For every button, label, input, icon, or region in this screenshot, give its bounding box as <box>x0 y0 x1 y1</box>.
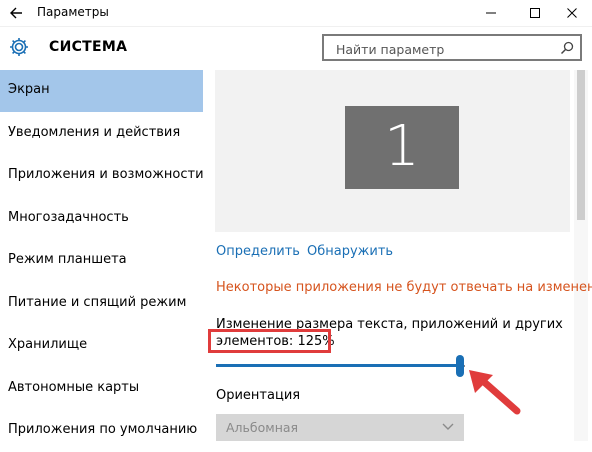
identify-link[interactable]: Определить <box>216 244 300 259</box>
page-title: СИСТЕМА <box>49 39 128 55</box>
sidebar-item-power-sleep[interactable]: Питание и спящий режим <box>0 283 203 325</box>
scrollbar-thumb[interactable] <box>577 70 585 220</box>
page-header: СИСТЕМА <box>0 26 592 70</box>
sidebar-item-label: Режим планшета <box>8 252 127 267</box>
sidebar-item-label: Приложения по умолчанию <box>8 422 198 437</box>
close-icon <box>567 8 577 18</box>
scale-slider-track[interactable] <box>216 364 460 367</box>
sidebar-nav: Экран Уведомления и действия Приложения … <box>0 70 204 441</box>
search-input[interactable] <box>334 39 558 59</box>
chevron-down-icon <box>442 423 454 430</box>
back-arrow-icon <box>10 7 22 19</box>
sidebar-item-apps-features[interactable]: Приложения и возможности <box>0 155 204 197</box>
search-icon[interactable] <box>560 41 574 55</box>
monitor-arrangement: 1 <box>215 70 570 232</box>
title-bar: Параметры <box>0 0 592 27</box>
sidebar-item-label: Приложения и возможности <box>8 167 204 182</box>
sidebar-item-label: Автономные карты <box>8 380 140 395</box>
orientation-value: Альбомная <box>226 420 299 435</box>
annotation-arrow-icon <box>469 370 521 415</box>
back-button[interactable] <box>6 2 28 24</box>
close-button[interactable] <box>552 0 592 26</box>
detect-link[interactable]: Обнаружить <box>307 244 393 259</box>
monitor-tile[interactable]: 1 <box>345 106 459 189</box>
display-settings-panel: 1 Определить Обнаружить Некоторые прилож… <box>203 70 592 441</box>
window-title: Параметры <box>37 5 109 19</box>
maximize-button[interactable] <box>515 0 555 26</box>
minimize-button[interactable] <box>471 0 511 26</box>
sidebar-item-multitasking[interactable]: Многозадачность <box>0 198 203 240</box>
sidebar-item-notifications[interactable]: Уведомления и действия <box>0 113 203 155</box>
highlight-annotation <box>208 329 331 353</box>
sidebar-item-tablet-mode[interactable]: Режим планшета <box>0 240 203 282</box>
monitor-number: 1 <box>384 114 420 179</box>
search-box[interactable] <box>322 34 582 61</box>
sidebar-item-label: Уведомления и действия <box>8 125 181 140</box>
sidebar-item-default-apps[interactable]: Приложения по умолчанию <box>0 410 203 452</box>
maximize-icon <box>530 8 540 18</box>
scale-slider-thumb[interactable] <box>456 355 464 377</box>
scaling-warning: Некоторые приложения не будут отвечать н… <box>216 280 592 295</box>
sidebar-item-offline-maps[interactable]: Автономные карты <box>0 368 203 410</box>
sidebar-item-label: Экран <box>8 82 50 97</box>
sidebar-item-label: Многозадачность <box>8 210 129 225</box>
minimize-icon <box>486 12 496 14</box>
sidebar-item-storage[interactable]: Хранилище <box>0 325 203 367</box>
sidebar-item-label: Хранилище <box>8 337 88 352</box>
orientation-label: Ориентация <box>216 388 301 403</box>
orientation-dropdown[interactable]: Альбомная <box>216 414 464 441</box>
gear-icon <box>10 38 28 56</box>
sidebar-item-display[interactable]: Экран <box>0 70 203 112</box>
sidebar-item-label: Питание и спящий режим <box>8 295 187 310</box>
